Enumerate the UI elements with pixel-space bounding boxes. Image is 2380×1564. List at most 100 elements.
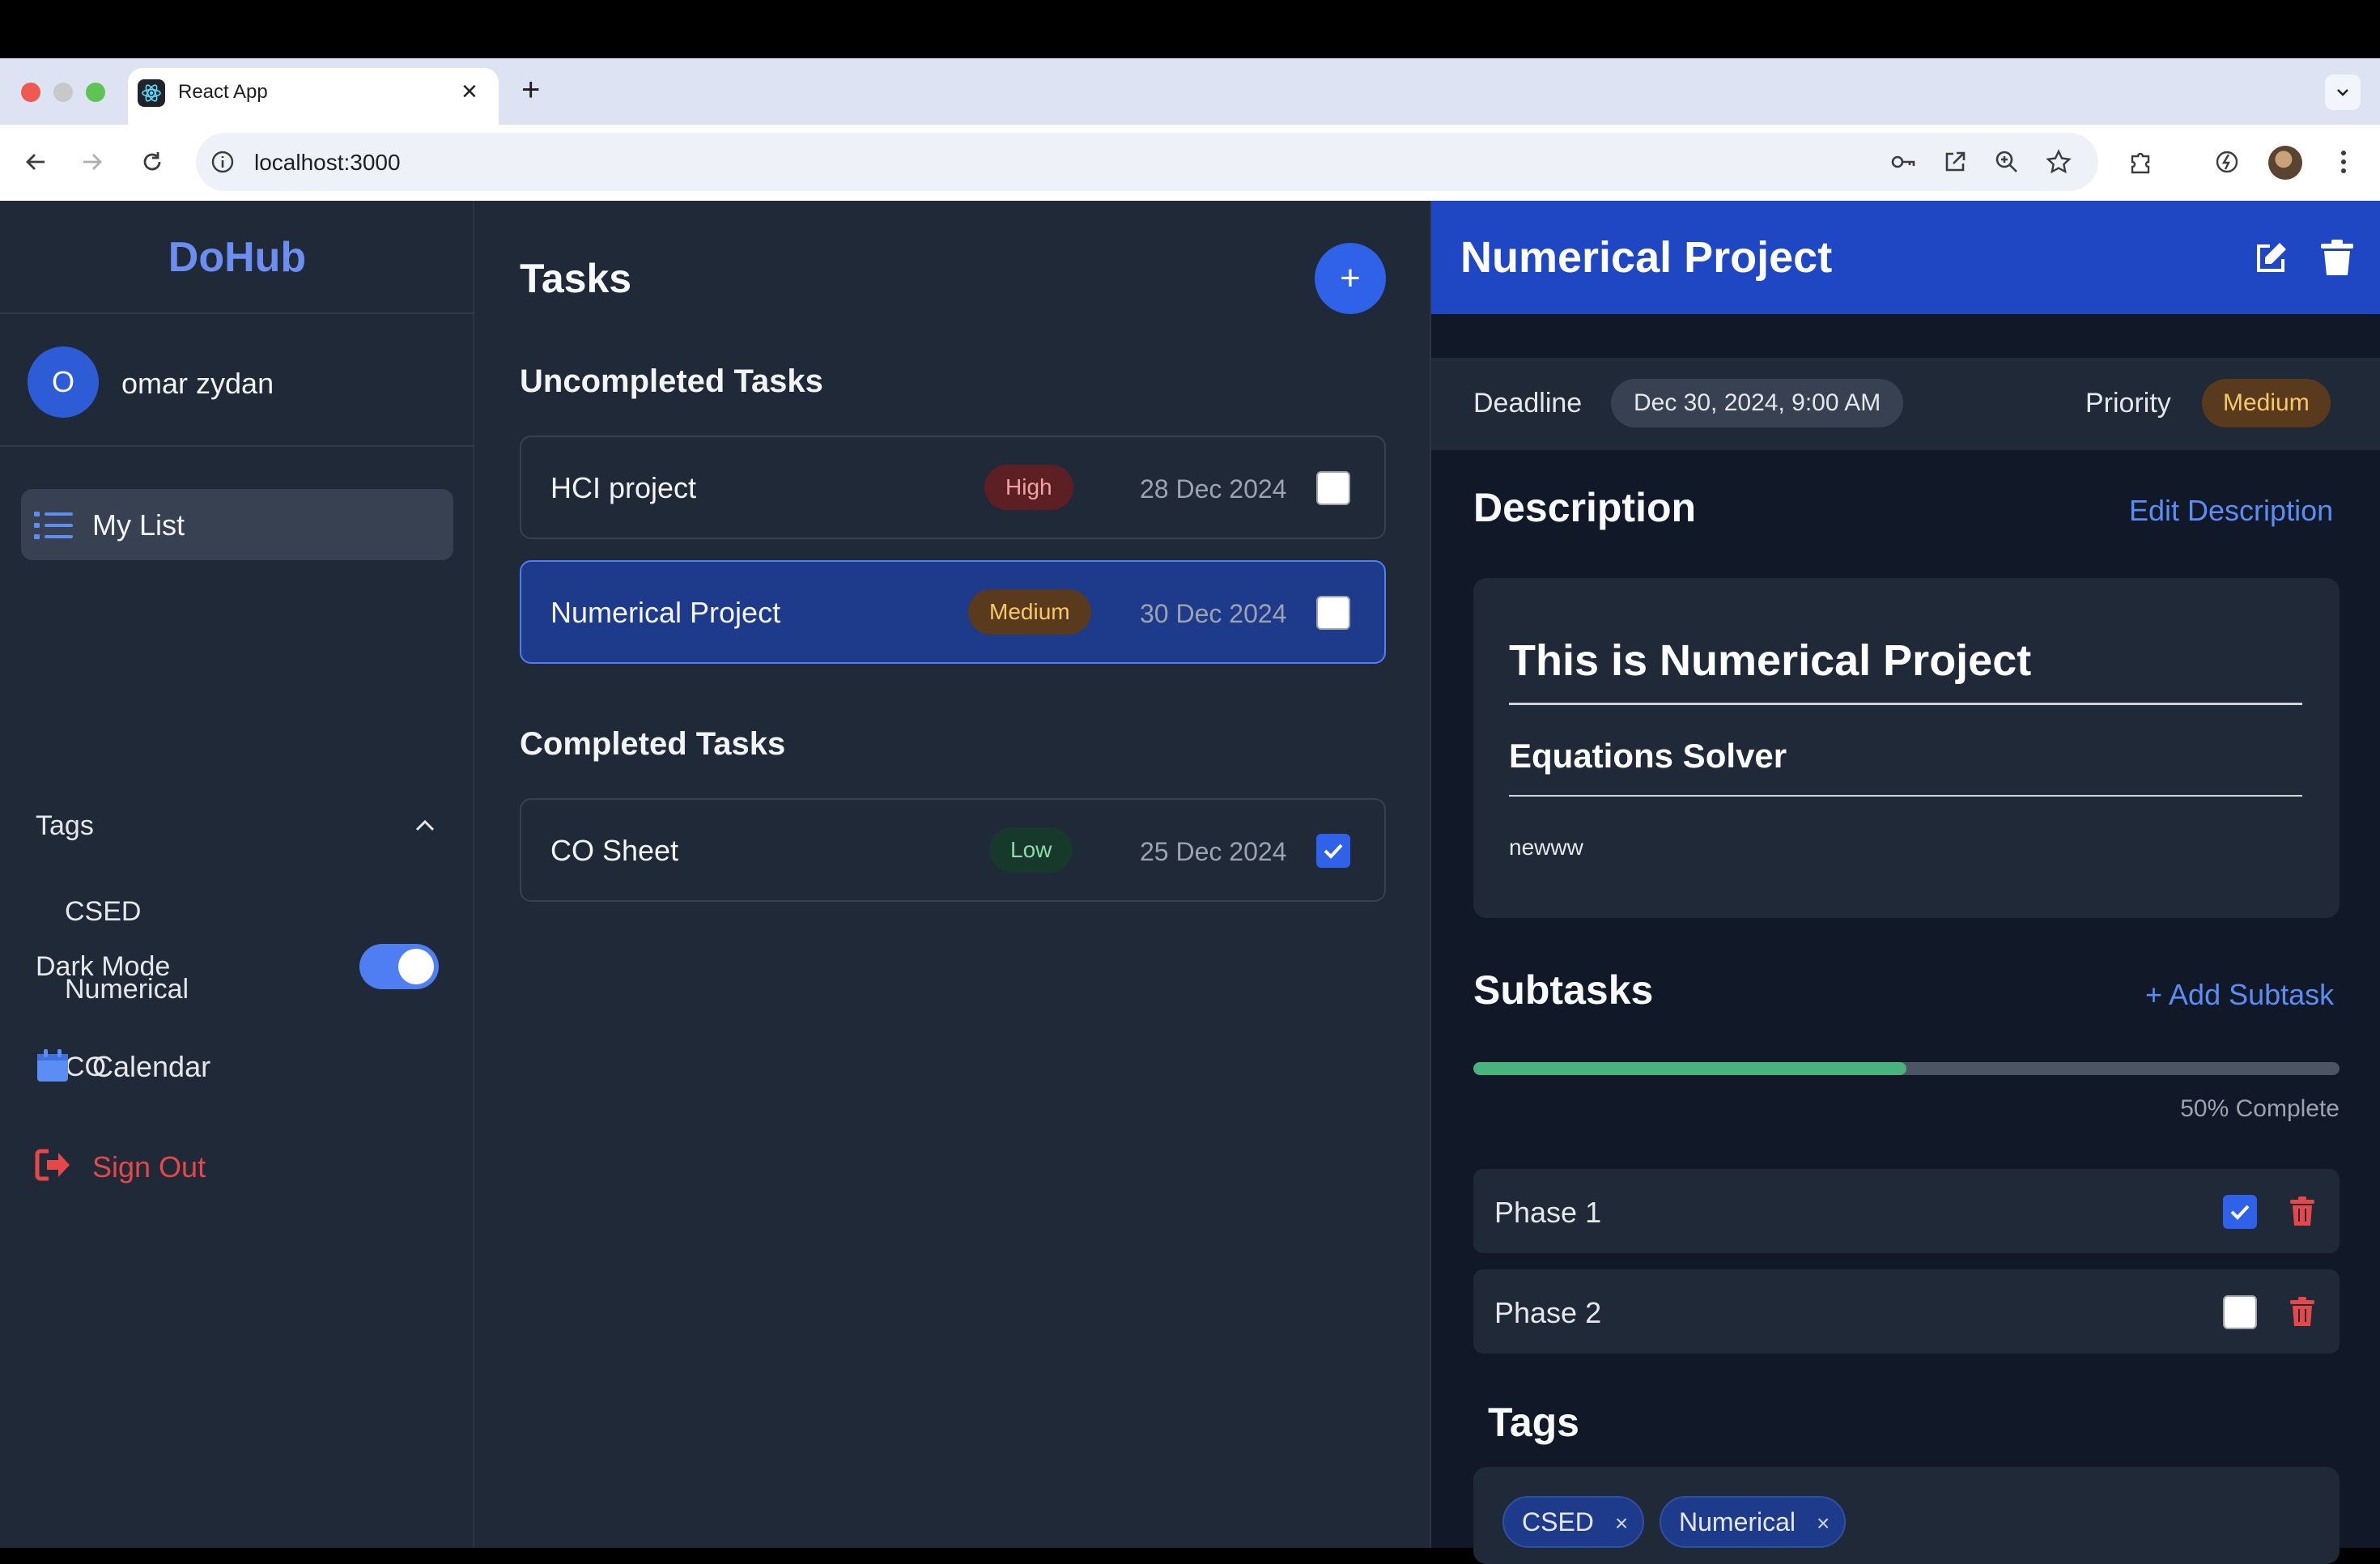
- performance-icon[interactable]: [2212, 147, 2242, 177]
- sidebar-item-label: My List: [92, 508, 185, 542]
- description-paragraph: newww: [1509, 835, 1583, 860]
- tag-chip: Numerical ×: [1660, 1496, 1847, 1548]
- open-external-icon[interactable]: [1940, 147, 1970, 177]
- tags-section-toggle[interactable]: Tags: [36, 810, 94, 842]
- forward-arrow-icon[interactable]: [76, 146, 108, 178]
- new-tab-button[interactable]: +: [521, 71, 540, 108]
- priority-badge: High: [984, 465, 1073, 510]
- window-maximize-button[interactable]: [86, 83, 105, 102]
- profile-avatar[interactable]: [2268, 146, 2302, 180]
- bookmark-star-icon[interactable]: [2043, 147, 2074, 177]
- user-avatar[interactable]: O: [28, 346, 99, 418]
- reload-icon[interactable]: [136, 146, 168, 178]
- delete-subtask-trash-icon[interactable]: [2286, 1195, 2318, 1227]
- add-task-button[interactable]: +: [1315, 243, 1386, 314]
- detail-title: Numerical Project: [1460, 233, 1833, 282]
- tag-label: Numerical: [1679, 1507, 1796, 1536]
- checkmark-icon: [1324, 844, 1343, 859]
- subtask-row: Phase 1: [1473, 1169, 2340, 1253]
- extensions-puzzle-icon[interactable]: [2126, 147, 2157, 177]
- sidebar: DoHub O omar zydan My List Tags CSED Num…: [0, 201, 474, 1548]
- detail-header: Numerical Project: [1431, 201, 2380, 314]
- task-complete-checkbox[interactable]: [1316, 596, 1350, 630]
- task-card[interactable]: HCI project High 28 Dec 2024: [520, 436, 1386, 539]
- subtask-title: Phase 2: [1494, 1296, 1602, 1329]
- zoom-icon[interactable]: [1991, 147, 2022, 177]
- edit-description-button[interactable]: Edit Description: [2129, 494, 2333, 528]
- task-card-selected[interactable]: Numerical Project Medium 30 Dec 2024: [520, 560, 1386, 664]
- system-top-bar: [0, 0, 2380, 58]
- progress-text: 50% Complete: [2180, 1095, 2340, 1122]
- tag-label: CSED: [1522, 1507, 1594, 1536]
- sidebar-item-my-list[interactable]: [21, 489, 453, 560]
- remove-tag-icon[interactable]: ×: [1615, 1511, 1628, 1536]
- priority-badge: Low: [989, 827, 1073, 873]
- tab-close-icon[interactable]: ×: [461, 76, 478, 107]
- description-divider: [1509, 703, 2302, 705]
- task-complete-checkbox[interactable]: [1316, 471, 1350, 505]
- back-arrow-icon[interactable]: [19, 146, 52, 178]
- task-title: Numerical Project: [550, 596, 781, 629]
- tasks-panel: Tasks + Uncompleted Tasks HCI project Hi…: [476, 201, 1430, 1548]
- delete-subtask-trash-icon[interactable]: [2286, 1295, 2318, 1328]
- uncompleted-tasks-heading: Uncompleted Tasks: [520, 363, 823, 399]
- task-card[interactable]: CO Sheet Low 25 Dec 2024: [520, 798, 1386, 902]
- list-icon: [34, 512, 73, 539]
- task-title: CO Sheet: [550, 834, 679, 867]
- browser-tab-title: React App: [178, 81, 268, 103]
- page-title: Tasks: [520, 256, 632, 301]
- sidebar-divider: [0, 312, 474, 314]
- edit-icon[interactable]: [2250, 238, 2291, 278]
- subtask-row: Phase 2: [1473, 1269, 2340, 1354]
- task-date: 28 Dec 2024: [1140, 474, 1287, 504]
- task-complete-checkbox[interactable]: [1316, 834, 1350, 868]
- deadline-label: Deadline: [1473, 388, 1583, 419]
- calendar-icon: [37, 1049, 68, 1082]
- address-bar[interactable]: [196, 133, 2098, 191]
- sidebar-divider: [0, 445, 474, 447]
- url-text[interactable]: localhost:3000: [254, 150, 401, 176]
- task-title: HCI project: [550, 471, 697, 504]
- completed-tasks-heading: Completed Tasks: [520, 726, 786, 762]
- description-heading: Description: [1473, 485, 1697, 530]
- browser-menu-icon[interactable]: [2328, 147, 2359, 177]
- add-subtask-button[interactable]: + Add Subtask: [2145, 978, 2334, 1012]
- window-close-button[interactable]: [21, 83, 40, 102]
- subtask-title: Phase 1: [1494, 1196, 1602, 1229]
- description-divider: [1509, 795, 2302, 797]
- priority-badge: Medium: [968, 589, 1091, 635]
- toggle-knob: [398, 949, 434, 984]
- task-date: 30 Dec 2024: [1140, 599, 1287, 628]
- site-info-icon[interactable]: [207, 147, 238, 177]
- progress-fill: [1473, 1062, 1906, 1075]
- tag-chip: CSED ×: [1502, 1496, 1645, 1548]
- sidebar-item-calendar[interactable]: Calendar: [92, 1051, 210, 1083]
- task-date: 25 Dec 2024: [1140, 837, 1287, 866]
- app-root: DoHub O omar zydan My List Tags CSED Num…: [0, 201, 2380, 1564]
- description-h2: Equations Solver: [1509, 737, 1787, 775]
- chevron-up-icon[interactable]: [414, 818, 436, 832]
- tab-search-chevron-icon[interactable]: [2325, 74, 2361, 110]
- subtask-checkbox[interactable]: [2223, 1195, 2257, 1229]
- dark-mode-label: Dark Mode: [36, 951, 171, 982]
- task-detail-panel: Numerical Project Deadline Dec 30, 2024,…: [1430, 201, 2380, 1564]
- checkmark-icon: [2230, 1205, 2250, 1220]
- brand-logo[interactable]: DoHub: [0, 233, 474, 282]
- sidebar-tag-csed[interactable]: CSED: [65, 895, 141, 928]
- subtask-checkbox[interactable]: [2223, 1295, 2257, 1329]
- react-icon: [138, 79, 165, 107]
- window-minimize-button[interactable]: [53, 83, 73, 102]
- tags-heading: Tags: [1488, 1400, 1579, 1445]
- remove-tag-icon[interactable]: ×: [1817, 1511, 1830, 1536]
- priority-value[interactable]: Medium: [2202, 379, 2331, 427]
- user-name: omar zydan: [121, 367, 274, 400]
- priority-label: Priority: [2085, 388, 2171, 419]
- subtasks-heading: Subtasks: [1473, 967, 1654, 1013]
- description-h1: This is Numerical Project: [1509, 636, 2032, 685]
- dark-mode-toggle[interactable]: [359, 944, 439, 989]
- password-key-icon[interactable]: [1888, 147, 1919, 177]
- deadline-value[interactable]: Dec 30, 2024, 9:00 AM: [1611, 379, 1904, 427]
- subtask-progress-bar: [1473, 1062, 2340, 1075]
- trash-icon[interactable]: [2317, 238, 2357, 278]
- sign-out-button[interactable]: Sign Out: [92, 1151, 206, 1184]
